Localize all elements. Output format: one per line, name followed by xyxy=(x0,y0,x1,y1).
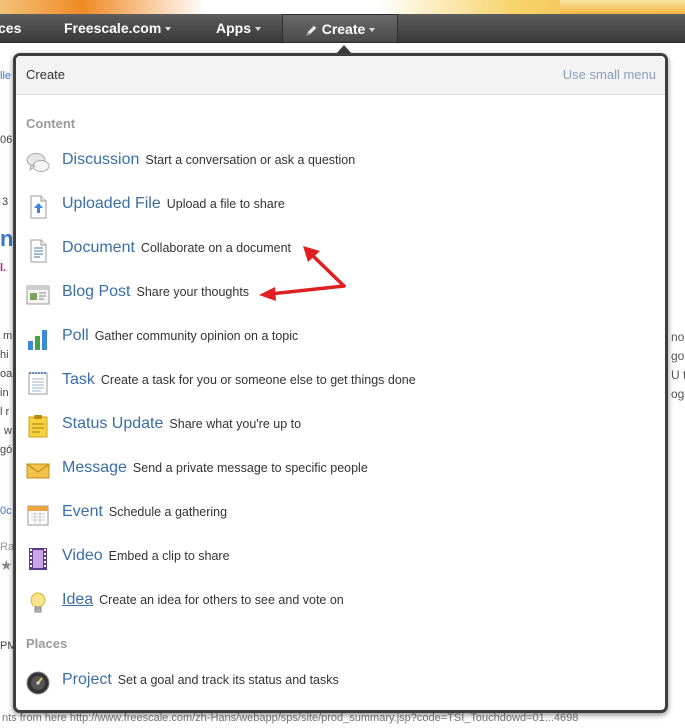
create-status-update[interactable]: Status Update Share what you're up to xyxy=(26,411,646,441)
message-icon xyxy=(26,463,50,479)
item-description: Create an idea for others to see and vot… xyxy=(99,593,344,607)
create-project[interactable]: Project Set a goal and track its status a… xyxy=(26,667,646,697)
blog-post-icon xyxy=(26,285,50,305)
item-label: Event xyxy=(62,503,103,520)
item-description: Send a private message to specific peopl… xyxy=(132,461,368,475)
chevron-down-icon xyxy=(165,27,172,32)
item-label: Uploaded File xyxy=(62,195,161,212)
background-text: no xyxy=(671,330,685,344)
nav-create[interactable]: Create xyxy=(282,14,398,42)
nav-bar: ces Freescale.com Apps Create xyxy=(0,14,685,43)
background-text: oa xyxy=(0,368,13,380)
item-description: Upload a file to share xyxy=(166,197,285,211)
nav-freescale-label: Freescale.com xyxy=(64,20,162,36)
item-description: Create a task for you or someone else to… xyxy=(100,373,416,387)
create-poll[interactable]: Poll Gather community opinion on a topic xyxy=(26,323,646,353)
item-label: Blog Post xyxy=(62,283,131,300)
item-description: Share what you're up to xyxy=(169,417,302,431)
project-icon xyxy=(26,671,50,695)
event-icon xyxy=(27,505,49,526)
discussion-icon xyxy=(26,153,50,172)
use-small-menu-link[interactable]: Use small menu xyxy=(563,67,656,82)
background-text: l r xyxy=(0,406,10,418)
nav-apps-label: Apps xyxy=(216,20,251,36)
item-description: Embed a clip to share xyxy=(108,549,230,563)
create-document[interactable]: Document Collaborate on a document xyxy=(26,235,646,265)
background-text: hi xyxy=(0,349,9,361)
item-label: Project xyxy=(62,671,112,688)
document-icon xyxy=(30,239,47,263)
create-message[interactable]: Message Send a private message to specifi… xyxy=(26,455,646,485)
status-update-icon xyxy=(28,415,48,438)
create-video[interactable]: Video Embed a clip to share xyxy=(26,543,646,573)
item-label: Message xyxy=(62,459,127,476)
nav-spaces-label: ces xyxy=(0,20,22,36)
background-text: 06 xyxy=(0,134,13,146)
background-text: m xyxy=(3,330,13,342)
background-text: l. xyxy=(0,262,7,274)
item-description: Share your thoughts xyxy=(136,285,250,299)
background-text: goi xyxy=(671,349,685,363)
popup-header: Create Use small menu xyxy=(16,56,665,95)
nav-apps[interactable]: Apps xyxy=(216,14,261,42)
chevron-down-icon xyxy=(369,28,376,33)
item-label: Task xyxy=(62,371,95,388)
video-icon xyxy=(29,548,47,570)
item-label: Idea xyxy=(62,591,94,608)
create-idea[interactable]: Idea Create an idea for others to see and… xyxy=(26,587,646,617)
popup-title: Create xyxy=(26,67,66,82)
create-uploaded-file[interactable]: Uploaded File Upload a file to share xyxy=(26,191,646,221)
idea-icon xyxy=(30,592,46,613)
create-event[interactable]: Event Schedule a gathering xyxy=(26,499,646,529)
nav-freescale[interactable]: Freescale.com xyxy=(64,14,172,42)
task-icon xyxy=(28,372,48,395)
upload-file-icon xyxy=(30,195,47,219)
section-places-heading: Places xyxy=(26,636,68,651)
nav-spaces[interactable]: ces xyxy=(0,14,21,42)
item-label: Status Update xyxy=(62,415,164,432)
item-label: Discussion xyxy=(62,151,140,168)
item-description: Set a goal and track its status and task… xyxy=(117,673,339,687)
create-menu-popup: Create Use small menu Content Discussion… xyxy=(13,53,668,713)
create-discussion[interactable]: Discussion Start a conversation or ask a … xyxy=(26,147,646,177)
background-text: ogr xyxy=(671,387,685,401)
background-text: 0c xyxy=(0,505,12,517)
item-label: Document xyxy=(62,239,135,256)
item-label: Video xyxy=(62,547,103,564)
chevron-down-icon xyxy=(255,27,261,32)
star-icon: ★ xyxy=(0,557,13,573)
item-description: Schedule a gathering xyxy=(108,505,228,519)
banner-decoration xyxy=(560,0,685,14)
create-task[interactable]: Task Create a task for you or someone els… xyxy=(26,367,646,397)
background-text: 3 xyxy=(2,196,9,208)
poll-icon xyxy=(28,330,47,350)
background-text: lle xyxy=(0,70,12,82)
pencil-icon xyxy=(306,25,317,36)
item-label: Poll xyxy=(62,327,89,344)
item-description: Start a conversation or ask a question xyxy=(145,153,356,167)
background-text: w xyxy=(4,425,12,437)
section-content-heading: Content xyxy=(26,116,76,131)
background-text: in xyxy=(0,387,9,399)
nav-create-label: Create xyxy=(321,21,366,37)
background-text: gó xyxy=(0,444,13,456)
item-description: Collaborate on a document xyxy=(140,241,292,255)
background-text: U t xyxy=(671,368,685,382)
item-description: Gather community opinion on a topic xyxy=(94,329,299,343)
background-text: Ra xyxy=(0,541,15,553)
create-blog-post[interactable]: Blog Post Share your thoughts xyxy=(26,279,646,309)
